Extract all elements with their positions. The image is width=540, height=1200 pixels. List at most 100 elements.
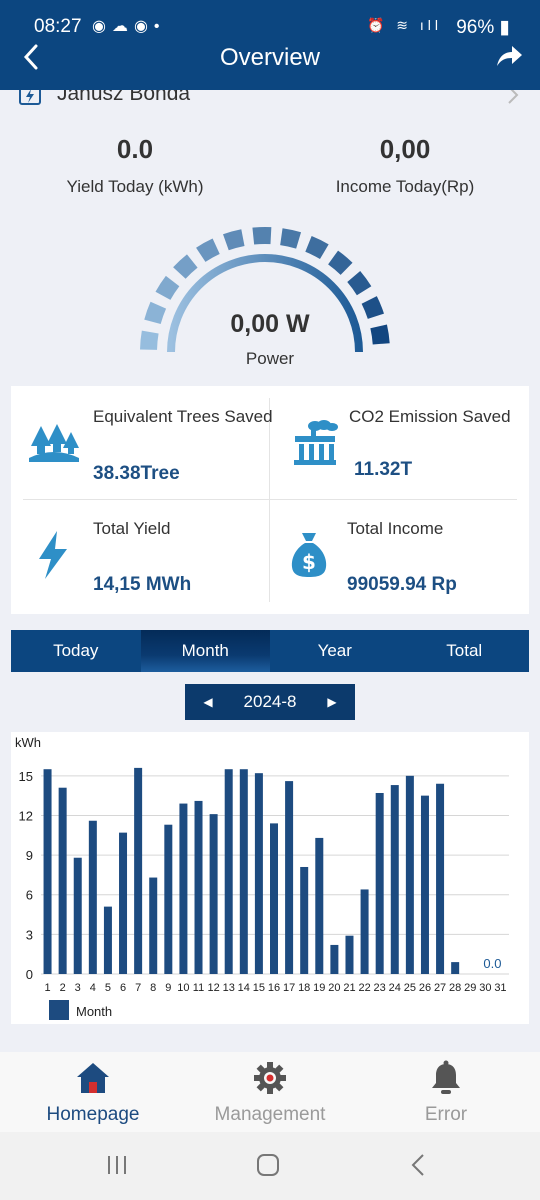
battery-level: 96% ▮: [456, 17, 510, 38]
tab-year[interactable]: Year: [270, 630, 400, 672]
chevron-right-icon: [508, 90, 519, 104]
gauge-segment: [305, 236, 329, 260]
bar: [164, 824, 173, 974]
x-tick-label: 6: [120, 982, 126, 994]
bar: [43, 769, 52, 974]
bar: [405, 775, 414, 974]
plant-name: Janusz Bonda: [57, 90, 191, 105]
x-tick-label: 8: [150, 982, 156, 994]
status-bar: 08:27 ◉☁◉• ⏰ ≋ ıll 96% ▮: [0, 0, 540, 44]
gauge-segment: [155, 275, 180, 300]
tab-total[interactable]: Total: [400, 630, 530, 672]
nav-management[interactable]: Management: [180, 1052, 360, 1132]
nav-error[interactable]: Error: [356, 1052, 536, 1132]
bar: [345, 935, 354, 974]
gauge-segment: [347, 270, 372, 296]
x-tick-label: 20: [328, 982, 340, 994]
y-tick-label: 15: [19, 769, 33, 784]
gauge-segment: [328, 250, 353, 275]
x-tick-label: 11: [193, 982, 204, 994]
power-gauge: [140, 227, 390, 353]
y-tick-label: 12: [19, 808, 33, 823]
co2-saved-value: 11.32T: [354, 459, 413, 480]
bar: [194, 800, 203, 974]
x-tick-label: 27: [434, 982, 446, 994]
bar: [436, 783, 445, 974]
home-system-button[interactable]: [255, 1152, 281, 1183]
period-tabs: Today Month Year Total: [11, 630, 529, 672]
x-tick-label: 7: [135, 982, 141, 994]
money-bag-icon: $: [291, 533, 327, 577]
power-label: Power: [245, 349, 295, 368]
yield-today-value: 0.0: [116, 134, 154, 164]
trees-saved-cell: Equivalent Trees Saved 38.38Tree: [11, 386, 273, 499]
nav-error-label: Error: [424, 1104, 468, 1125]
status-time: 08:27: [34, 16, 82, 37]
plant-selector[interactable]: Janusz Bonda: [0, 90, 540, 112]
system-navigation: [0, 1132, 540, 1200]
bar: [58, 787, 67, 974]
bar: [390, 785, 399, 974]
gauge-segment: [223, 229, 245, 251]
bar: [209, 814, 218, 974]
y-tick-label: 3: [26, 927, 33, 942]
power-value: 0,00 W: [230, 310, 310, 338]
bottom-navigation: Homepage Management Error: [0, 1052, 540, 1132]
tab-today[interactable]: Today: [11, 630, 141, 672]
bar: [103, 906, 112, 974]
trees-saved-value: 38.38Tree: [93, 463, 180, 484]
x-tick-label: 21: [343, 982, 355, 994]
x-tick-label: 30: [479, 982, 491, 994]
status-icons: ⏰ ≋ ıll: [366, 17, 442, 33]
x-tick-label: 31: [494, 982, 506, 994]
bar: [179, 803, 188, 974]
total-income-label: Total Income: [347, 519, 444, 538]
plant-icon: [19, 90, 41, 105]
y-tick-label: 0: [26, 967, 33, 982]
legend-swatch: [49, 1000, 69, 1020]
share-icon[interactable]: [494, 42, 524, 72]
bar: [239, 769, 248, 974]
x-tick-label: 25: [404, 982, 416, 994]
gear-icon: [254, 1062, 286, 1094]
bar: [451, 962, 460, 974]
selected-date[interactable]: 2024-8: [215, 684, 325, 720]
x-tick-label: 23: [374, 982, 386, 994]
x-tick-label: 2: [60, 982, 66, 994]
trees-saved-label: Equivalent Trees Saved: [93, 407, 273, 426]
gauge-segment: [196, 238, 220, 262]
x-tick-label: 26: [419, 982, 431, 994]
tab-month[interactable]: Month: [140, 630, 270, 672]
back-system-button[interactable]: [406, 1152, 432, 1183]
bar: [285, 781, 294, 974]
bar: [254, 773, 263, 974]
y-axis-label: kWh: [15, 735, 41, 750]
monthly-yield-chart: kWh 0 3 6 9 12 15 1 2 3 4 5 6 7 8 9 10 11 12 13 14 15 16 17 18 19…: [11, 732, 529, 1024]
bar: [330, 944, 339, 974]
x-tick-label: 15: [253, 982, 265, 994]
co2-saved-label: CO2 Emission Saved: [349, 407, 511, 426]
bar: [224, 769, 233, 974]
lightning-icon: [39, 531, 67, 579]
bar: [88, 820, 97, 974]
x-tick-label: 17: [283, 982, 295, 994]
nav-homepage[interactable]: Homepage: [3, 1052, 183, 1132]
next-month-button[interactable]: ▶: [317, 684, 347, 720]
x-tick-label: 12: [207, 982, 219, 994]
trees-icon: [29, 424, 79, 462]
x-tick-label: 9: [165, 982, 171, 994]
date-selector: ◀ 2024-8 ▶: [185, 684, 355, 720]
bell-icon: [432, 1060, 460, 1094]
x-tick-label: 19: [313, 982, 325, 994]
data-label: 0.0: [483, 956, 501, 971]
gauge-segment: [280, 228, 302, 249]
yield-today: 0.0 Yield Today (kWh): [25, 134, 245, 197]
total-yield-cell: Total Yield 14,15 MWh: [11, 499, 269, 614]
x-tick-label: 22: [358, 982, 370, 994]
recent-apps-button[interactable]: [104, 1152, 130, 1183]
notification-icons: ◉☁◉•: [92, 18, 166, 35]
income-today: 0,00 Income Today(Rp): [295, 134, 515, 197]
bar: [119, 832, 128, 974]
app-bar: Overview: [0, 44, 540, 90]
total-yield-label: Total Yield: [93, 519, 171, 538]
